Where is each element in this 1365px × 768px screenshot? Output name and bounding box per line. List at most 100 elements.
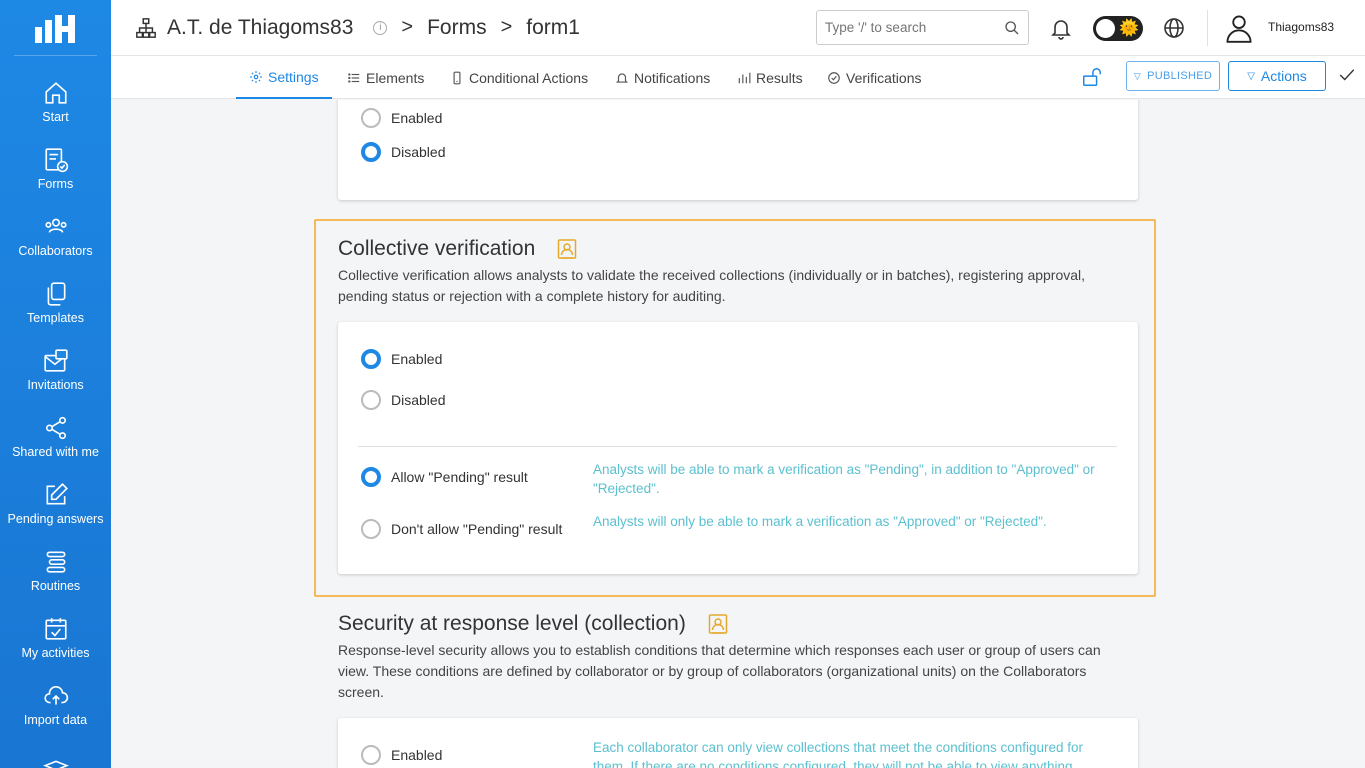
radio-label: Enabled	[391, 110, 443, 126]
sidebar-item-forms[interactable]: Forms	[0, 135, 111, 202]
list-icon	[348, 72, 360, 83]
unlock-icon[interactable]	[1081, 66, 1103, 88]
tab-settings[interactable]: Settings	[236, 56, 332, 99]
sidebar-item-label: Import data	[23, 712, 88, 727]
chevron-down-icon: ▽	[1133, 70, 1142, 81]
gear-icon	[250, 70, 262, 83]
collective-verification-description: Collective verification allows analysts …	[338, 267, 1086, 304]
radio-button[interactable]	[361, 745, 381, 765]
deny-pending-hint: Analysts will only be able to mark a ver…	[593, 514, 1047, 529]
search-input[interactable]	[825, 20, 1004, 35]
org-name[interactable]: A.T. de Thiagoms83	[167, 16, 353, 40]
top-header: A.T. de Thiagoms83 i > Forms > form1 🌞 T…	[111, 0, 1365, 56]
globe-icon[interactable]	[1162, 16, 1186, 40]
check-icon[interactable]	[1338, 66, 1356, 84]
calendar-check-icon	[44, 617, 67, 640]
radio-button[interactable]	[361, 519, 381, 539]
sidebar-item-label: Shared with me	[12, 444, 99, 459]
radio-label: Don't allow "Pending" result	[391, 521, 563, 537]
radio-button[interactable]	[361, 108, 381, 128]
bell-icon[interactable]	[1049, 16, 1073, 40]
phone-icon	[453, 71, 461, 84]
tab-conditional-actions[interactable]: Conditional Actions	[450, 56, 588, 99]
section-title-text: Security at response level (collection)	[338, 612, 686, 635]
radio-option-enabled[interactable]: Enabled	[361, 108, 442, 128]
search-icon[interactable]	[1004, 20, 1020, 36]
radio-button[interactable]	[361, 467, 381, 487]
breadcrumb: A.T. de Thiagoms83 i > Forms > form1	[135, 16, 580, 40]
home-icon	[44, 81, 67, 104]
envelope-icon	[43, 348, 68, 372]
sidebar-item-shared-with-me[interactable]: Shared with me	[0, 403, 111, 470]
radio-button[interactable]	[361, 390, 381, 410]
sidebar-item-collaborators[interactable]: Collaborators	[0, 202, 111, 269]
copy-icon	[47, 281, 65, 306]
radio-option-enabled[interactable]: Enabled	[361, 349, 442, 369]
radio-button[interactable]	[361, 142, 381, 162]
published-button[interactable]: ▽ PUBLISHED	[1126, 61, 1220, 91]
radio-label: Enabled	[391, 351, 443, 367]
tab-label: Elements	[366, 69, 425, 86]
actions-button[interactable]: ▽ Actions	[1228, 61, 1326, 91]
app-logo[interactable]	[14, 0, 97, 56]
username[interactable]: Thiagoms83	[1268, 20, 1334, 34]
published-label: PUBLISHED	[1147, 70, 1213, 82]
bar-chart-icon	[738, 72, 751, 83]
user-avatar-icon[interactable]	[1225, 13, 1253, 43]
radio-button[interactable]	[361, 349, 381, 369]
enabled-hint: Each collaborator can only view collecti…	[593, 740, 1084, 768]
divider	[1207, 10, 1208, 46]
sidebar-item-routines[interactable]: Routines	[0, 537, 111, 604]
sidebar-item-label: Templates	[27, 310, 84, 325]
logo-icon	[34, 14, 75, 43]
breadcrumb-form[interactable]: form1	[526, 16, 580, 40]
allow-pending-hint: Analysts will be able to mark a verifica…	[593, 462, 1095, 496]
radio-option-allow-pending[interactable]: Allow "Pending" result	[361, 467, 528, 487]
sidebar-item-more[interactable]	[0, 738, 111, 768]
layers-add-icon	[42, 759, 69, 768]
sitemap-icon	[136, 17, 156, 38]
theme-toggle[interactable]: 🌞	[1093, 16, 1143, 41]
chevron-right-icon: >	[500, 16, 513, 38]
sidebar-item-label: Start	[42, 109, 69, 124]
sidebar-item-label: Routines	[30, 578, 81, 593]
tab-label: Notifications	[634, 69, 711, 86]
sidebar-item-label: My activities	[21, 645, 90, 660]
radio-label: Allow "Pending" result	[391, 469, 528, 485]
divider	[358, 446, 1117, 447]
users-icon	[44, 218, 67, 233]
radio-label: Disabled	[391, 392, 446, 408]
info-icon[interactable]: i	[373, 20, 388, 35]
collective-verification-card: Enabled Disabled Allow "Pending" result …	[338, 322, 1138, 574]
radio-option-enabled[interactable]: Enabled	[361, 745, 442, 765]
sidebar-item-my-activities[interactable]: My activities	[0, 604, 111, 671]
sidebar-item-import-data[interactable]: Import data	[0, 671, 111, 738]
search-box[interactable]	[816, 10, 1029, 45]
sidebar-item-label: Forms	[37, 176, 74, 191]
sidebar-item-start[interactable]: Start	[0, 68, 111, 135]
edit-icon	[46, 482, 68, 504]
tab-elements[interactable]: Elements	[347, 56, 424, 99]
tab-results[interactable]: Results	[737, 56, 803, 99]
settings-content: Enabled Disabled Collective verification…	[111, 100, 1365, 768]
tab-label: Conditional Actions	[469, 69, 589, 86]
radio-option-disabled[interactable]: Disabled	[361, 390, 445, 410]
tab-verifications[interactable]: Verifications	[827, 56, 921, 99]
radio-option-disabled[interactable]: Disabled	[361, 142, 445, 162]
breadcrumb-forms[interactable]: Forms	[427, 16, 487, 40]
bell-icon	[615, 72, 629, 83]
section-title-text: Collective verification	[338, 237, 536, 260]
sidebar-item-templates[interactable]: Templates	[0, 269, 111, 336]
tab-notifications[interactable]: Notifications	[615, 56, 710, 99]
sidebar-item-pending-answers[interactable]: Pending answers	[0, 470, 111, 537]
sidebar-item-invitations[interactable]: Invitations	[0, 336, 111, 403]
radio-option-deny-pending[interactable]: Don't allow "Pending" result	[361, 519, 562, 539]
chevron-right-icon: >	[401, 16, 414, 38]
check-circle-icon	[828, 71, 840, 84]
cloud-upload-icon	[43, 685, 68, 705]
response-security-card: Enabled Each collaborator can only view …	[338, 718, 1138, 768]
chevron-down-icon: ▽	[1247, 70, 1255, 82]
tab-label: Results	[756, 69, 803, 86]
previous-setting-card: Enabled Disabled	[338, 100, 1138, 200]
tab-label: Settings	[268, 68, 319, 85]
